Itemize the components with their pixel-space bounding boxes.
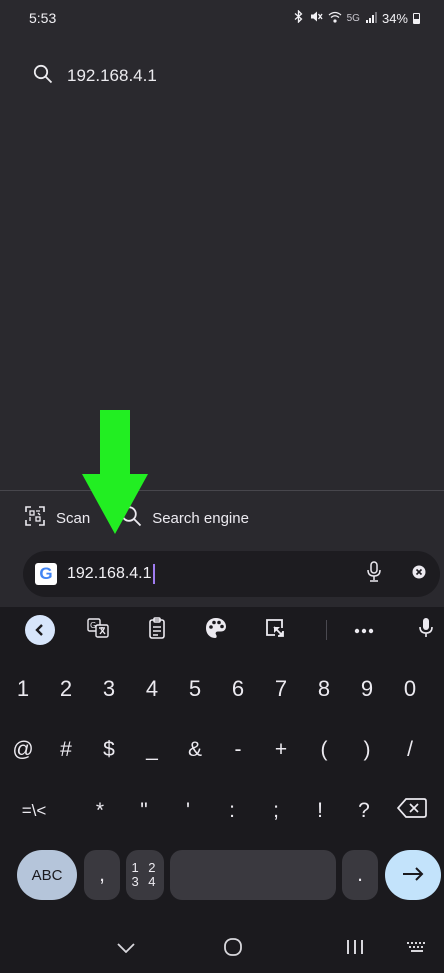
recents-icon	[345, 939, 365, 960]
google-logo-icon: G	[35, 563, 57, 585]
key-at[interactable]: @	[3, 725, 43, 775]
green-arrow-annotation	[82, 410, 148, 534]
url-input[interactable]: 192.168.4.1	[67, 564, 366, 584]
search-icon	[33, 64, 53, 89]
numpad-label-bottom: 3 4	[131, 874, 159, 889]
number-row: 1 2 3 4 5 6 7 8 9 0	[0, 664, 444, 714]
voice-input-button[interactable]	[406, 607, 444, 653]
status-bar: 5:53 5G 34%	[0, 0, 444, 36]
key-question[interactable]: ?	[344, 786, 384, 836]
tools-row: Scan Search engine	[0, 497, 444, 539]
microphone-icon	[418, 617, 434, 644]
navigation-bar	[0, 925, 444, 973]
clear-icon[interactable]	[412, 565, 426, 584]
chevron-left-icon	[25, 615, 55, 645]
svg-text:G: G	[90, 621, 96, 630]
keyboard-back-button[interactable]	[20, 607, 60, 653]
keyboard: G 1 2 3 4 5 6 7 8 9 0 @ # $ _ & - + () …	[0, 607, 444, 925]
backspace-icon	[396, 797, 427, 825]
wifi-icon	[328, 11, 342, 26]
more-dots-icon	[354, 621, 374, 639]
key-6[interactable]: 6	[218, 664, 258, 714]
key-1[interactable]: 1	[3, 664, 43, 714]
key-slash[interactable]: /	[390, 725, 430, 775]
url-input-value: 192.168.4.1	[67, 565, 152, 582]
clipboard-icon	[148, 616, 166, 644]
abc-key[interactable]: ABC	[17, 850, 77, 900]
signal-icon	[365, 11, 377, 26]
bottom-key-row: ABC , 1 2 3 4 .	[0, 850, 444, 900]
chevron-down-icon	[117, 940, 135, 958]
text-cursor	[152, 564, 155, 584]
palette-icon	[205, 617, 227, 644]
bluetooth-icon	[292, 9, 305, 26]
crop-select-icon	[265, 618, 285, 643]
key-5[interactable]: 5	[175, 664, 215, 714]
enter-key[interactable]	[385, 850, 441, 900]
nav-recents-button[interactable]	[325, 925, 385, 973]
url-actions	[366, 560, 426, 588]
backspace-key[interactable]	[387, 786, 437, 836]
status-icons: 5G 34%	[292, 9, 420, 26]
key-7[interactable]: 7	[261, 664, 301, 714]
microphone-icon[interactable]	[366, 560, 382, 588]
translate-icon: G	[87, 617, 109, 643]
key-asterisk[interactable]: *	[80, 786, 120, 836]
home-icon	[223, 937, 243, 962]
key-8[interactable]: 8	[304, 664, 344, 714]
key-dollar[interactable]: $	[89, 725, 129, 775]
key-period[interactable]: .	[342, 850, 378, 900]
search-suggestion[interactable]: 192.168.4.1	[0, 56, 444, 96]
key-more-symbols[interactable]: =\<	[8, 786, 60, 836]
key-minus[interactable]: -	[218, 725, 258, 775]
key-9[interactable]: 9	[347, 664, 387, 714]
key-semicolon[interactable]: ;	[256, 786, 296, 836]
key-2[interactable]: 2	[46, 664, 86, 714]
key-4[interactable]: 4	[132, 664, 172, 714]
screenshot-button[interactable]	[255, 607, 295, 653]
key-double-quote[interactable]: "	[124, 786, 164, 836]
key-colon[interactable]: :	[212, 786, 252, 836]
nav-home-button[interactable]	[203, 925, 263, 973]
status-time: 5:53	[29, 10, 57, 26]
key-exclamation[interactable]: !	[300, 786, 340, 836]
arrow-right-icon	[401, 861, 425, 889]
search-engine-label: Search engine	[152, 509, 249, 527]
translate-button[interactable]: G	[78, 607, 118, 653]
key-open-paren[interactable]: (	[304, 725, 344, 775]
key-0[interactable]: 0	[390, 664, 430, 714]
nav-keyboard-switch-button[interactable]	[395, 925, 439, 973]
theme-button[interactable]	[196, 607, 236, 653]
key-ampersand[interactable]: &	[175, 725, 215, 775]
network-type: 5G	[346, 12, 360, 24]
numpad-key[interactable]: 1 2 3 4	[126, 850, 164, 900]
battery-icon	[413, 12, 420, 24]
symbol-row-2: =\< * " ' : ; ! ?	[0, 786, 444, 836]
toolbar-divider	[326, 620, 327, 640]
key-close-paren[interactable]: )	[347, 725, 387, 775]
key-single-quote[interactable]: '	[168, 786, 208, 836]
suggestion-text: 192.168.4.1	[67, 66, 157, 85]
symbol-row-1: @ # $ _ & - + ( ) /	[0, 725, 444, 775]
key-3[interactable]: 3	[89, 664, 129, 714]
key-underscore[interactable]: _	[132, 725, 172, 775]
space-key[interactable]	[170, 850, 336, 900]
keyboard-icon	[406, 940, 428, 959]
numpad-label-top: 1 2	[131, 860, 159, 875]
divider	[0, 490, 444, 491]
keyboard-toolbar: G	[0, 607, 444, 653]
key-plus[interactable]: +	[261, 725, 301, 775]
more-options-button[interactable]	[344, 607, 384, 653]
nav-hide-keyboard-button[interactable]	[96, 925, 156, 973]
qr-scan-icon	[24, 505, 46, 531]
key-hash[interactable]: #	[46, 725, 86, 775]
mute-icon	[310, 10, 323, 26]
url-bar[interactable]: G 192.168.4.1	[23, 551, 440, 597]
clipboard-button[interactable]	[137, 607, 177, 653]
battery-percent: 34%	[381, 10, 408, 26]
key-comma[interactable]: ,	[84, 850, 120, 900]
